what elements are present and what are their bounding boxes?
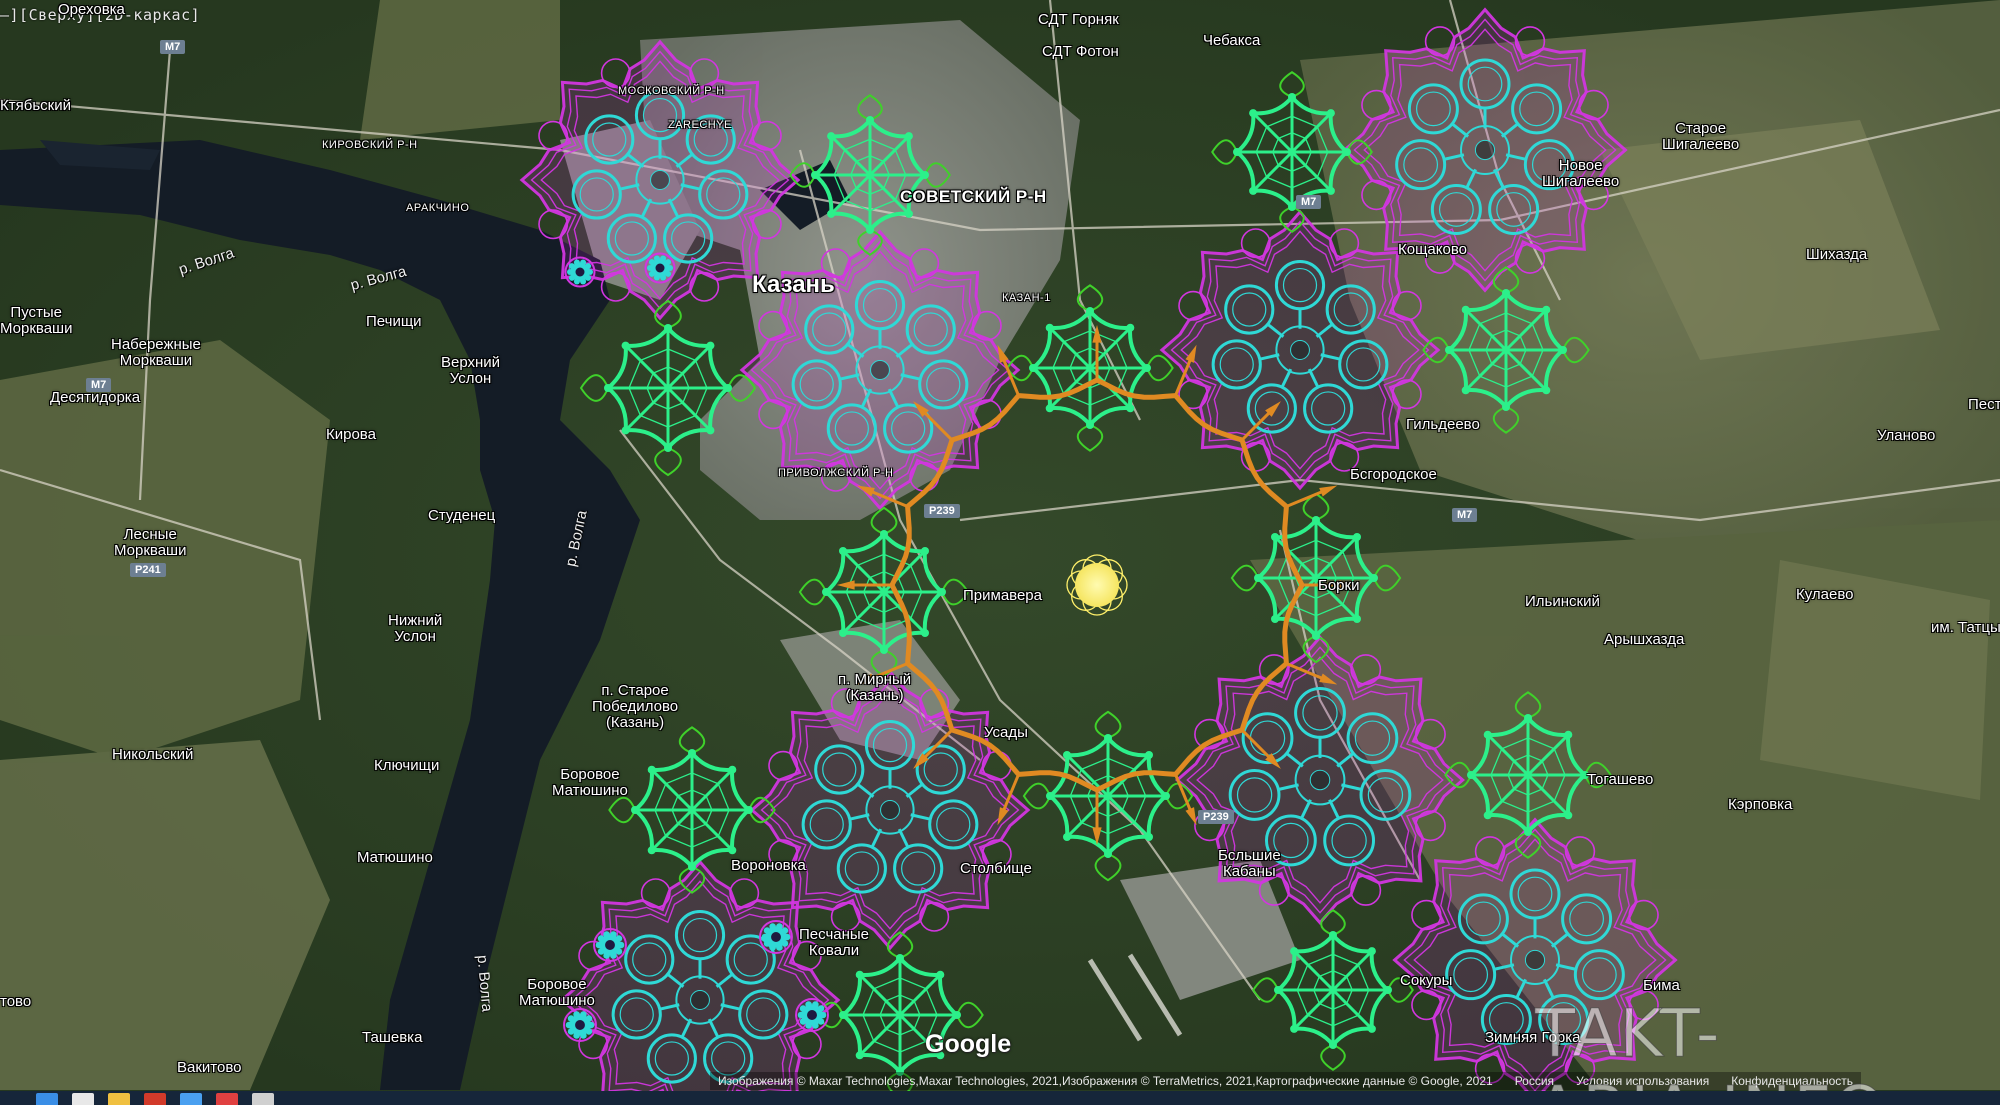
place-mirny: п. Мирный (Казань)	[838, 671, 912, 704]
taskbar	[0, 1091, 2000, 1105]
place-pest: Пест	[1968, 396, 2000, 413]
taskbar-app-icon[interactable]	[252, 1093, 274, 1105]
place-primavera: Примавера	[963, 587, 1042, 604]
road-m7-north: M7	[160, 40, 186, 54]
place-kulaevo: Кулаево	[1796, 586, 1854, 603]
place-kstovo: Ктябьский	[0, 97, 71, 114]
road-m7-west: M7	[86, 378, 112, 392]
place-sdt-gornyak: СДТ Горняк	[1038, 11, 1119, 28]
place-borovoe-matyushino-1: Боровое Матюшино	[552, 766, 628, 799]
place-desyatidorka: Десятидорка	[50, 389, 141, 406]
road-m7-east: M7	[1452, 508, 1478, 522]
place-gildeevo: Гильдеево	[1406, 416, 1480, 433]
place-nikolsky: Никольский	[112, 746, 194, 763]
place-kirova: Кирова	[326, 426, 376, 443]
place-novoe-shigalevo: Новое Шигалеево	[1542, 157, 1620, 190]
road-m7-center: M7	[1296, 195, 1322, 209]
taskbar-app-icon[interactable]	[144, 1093, 166, 1105]
place-lesnye-morkvashi: Лесные Моркваши	[114, 526, 187, 559]
place-shikhazda: Шихазда	[1806, 246, 1868, 263]
place-privolzhsky: ПРИВОЛЖСКИЙ Р-Н	[778, 467, 894, 479]
watermark: TAKT-ARIA.INFO	[1535, 995, 1886, 1105]
place-bogorodskoe: Бсгородское	[1350, 466, 1437, 483]
taskbar-app-icon[interactable]	[216, 1093, 238, 1105]
place-naberezhnye-morkvashi: Набережные Моркваши	[111, 336, 201, 369]
place-voronovka: Вороновка	[731, 857, 806, 874]
flower-gildeevo	[1159, 209, 1441, 491]
place-orekhovka: Ореховка	[58, 1, 125, 18]
attribution-imagery: Изображения © Maxar Technologies,Maxar T…	[718, 1074, 1493, 1088]
flower-shigalevo	[1342, 7, 1628, 293]
place-kazan-1: КАЗАН-1	[1002, 292, 1051, 304]
google-logo: Google	[925, 1030, 1012, 1058]
place-borovoe-matyushino-2: Боровое Матюшино	[519, 976, 595, 1009]
place-ulanovo: Уланово	[1877, 427, 1936, 444]
place-nizhny-uslon: Нижний Услон	[388, 612, 443, 645]
place-moskovsky: МОСКОВСКИЙ Р-Н	[618, 85, 725, 97]
taskbar-app-icon[interactable]	[72, 1093, 94, 1105]
place-koshchakovo: Кощаково	[1398, 241, 1467, 258]
place-chebaksa: Чебакса	[1203, 32, 1261, 49]
place-kazan: Казань	[752, 271, 835, 298]
place-togashevo: Тогашево	[1587, 771, 1654, 788]
place-klyuchishchi: Ключищи	[374, 757, 440, 774]
place-usady: Усады	[984, 724, 1028, 741]
place-borki: Борки	[1318, 577, 1360, 594]
place-tovo: тово	[0, 993, 32, 1010]
place-arakchino: АРАКЧИНО	[406, 202, 470, 214]
road-p239-b: P239	[1198, 810, 1234, 824]
place-zarechye: ZARECHYE	[668, 119, 732, 131]
place-arysh-khazda: Арышхазда	[1604, 631, 1685, 648]
place-staroe-pobedilovo: п. Старое Победилово (Казань)	[592, 682, 679, 731]
place-pechishchi: Печищи	[366, 313, 422, 330]
start-button[interactable]	[36, 1093, 58, 1105]
place-sokury: Сокуры	[1400, 972, 1453, 989]
place-bolshie-kabany: Бсльшие Кабаны	[1218, 847, 1281, 880]
place-staroe-shigalevo: Старое Шигалеево	[1662, 120, 1740, 153]
place-kirovsky: КИРОВСКИЙ Р-Н	[322, 139, 418, 151]
place-tattsy: им. Татцы	[1931, 619, 2000, 636]
place-stolbishche: Столбище	[960, 860, 1032, 877]
road-p241: P241	[130, 563, 166, 577]
place-karpovka: Кэрповка	[1728, 796, 1793, 813]
place-studenets: Студенец	[428, 507, 496, 524]
place-ilinsky: Ильинский	[1525, 593, 1600, 610]
map-viewport[interactable]: —][Сверху][2D-каркас] Ореховка Ктябьский С…	[0, 0, 2000, 1105]
place-tashevka: Ташевка	[362, 1029, 423, 1046]
satellite-map[interactable]	[0, 0, 2000, 1105]
place-vakitovo: Вакитово	[177, 1059, 242, 1076]
place-sovetsky: СОВЕТСКИЙ Р-Н	[900, 187, 1047, 206]
road-p239-a: P239	[924, 504, 960, 518]
place-pustye-morkvashi: Пустые Моркваши	[0, 304, 73, 337]
taskbar-app-icon[interactable]	[180, 1093, 202, 1105]
taskbar-app-icon[interactable]	[108, 1093, 130, 1105]
place-bima: Бима	[1643, 977, 1680, 994]
place-matyushino: Матюшино	[357, 849, 433, 866]
place-sdt-foton: СДТ Фотон	[1042, 43, 1119, 60]
place-pesчаные-kovali: Песчаные Ковали	[799, 926, 870, 959]
place-verkhny-uslon: Верхний Услон	[441, 354, 501, 387]
